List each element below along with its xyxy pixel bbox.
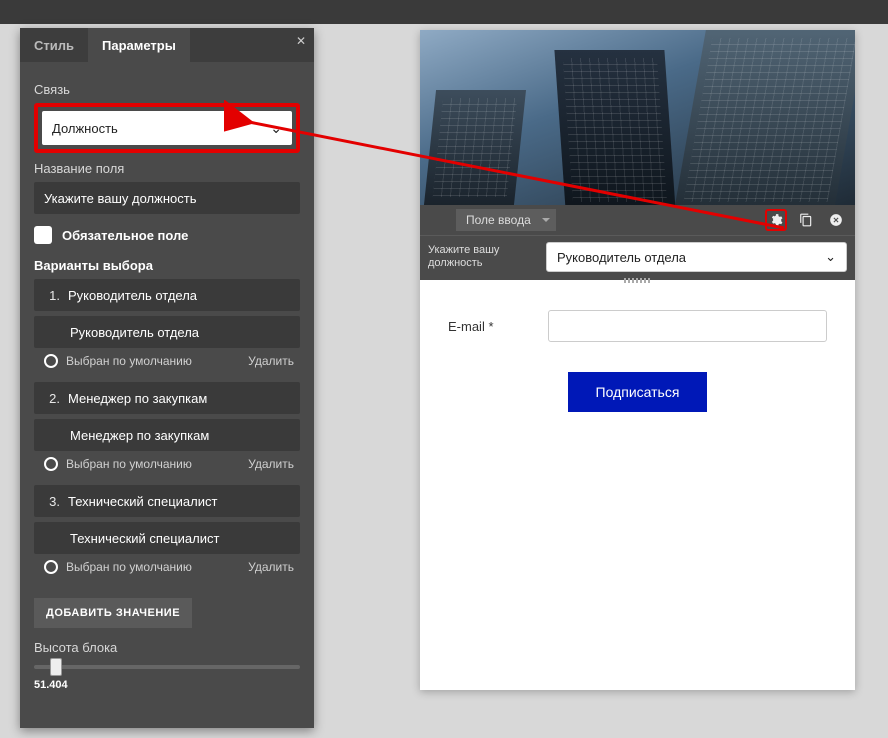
fieldname-input[interactable]: Укажите вашу должность (34, 182, 300, 214)
option-value-input[interactable]: Руководитель отдела (34, 316, 300, 348)
resize-grip-icon[interactable] (624, 278, 652, 283)
option-value: Руководитель отдела (70, 325, 199, 340)
email-label: E-mail * (448, 319, 528, 334)
link-highlight: Должность ⌄ (34, 103, 300, 153)
add-value-button[interactable]: ДОБАВИТЬ ЗНАЧЕНИЕ (34, 598, 192, 628)
default-label: Выбран по умолчанию (66, 457, 192, 471)
chevron-down-icon: ⌄ (825, 249, 836, 265)
option-value-input[interactable]: Технический специалист (34, 522, 300, 554)
option-title: Менеджер по закупкам (68, 391, 207, 406)
chevron-down-icon: ⌄ (270, 120, 282, 137)
option-title: Технический специалист (68, 494, 217, 509)
close-icon[interactable]: ✕ (296, 34, 306, 48)
option-value: Менеджер по закупкам (70, 428, 209, 443)
label-fieldname: Название поля (34, 161, 300, 176)
link-select-value: Должность (52, 121, 118, 136)
close-icon[interactable] (825, 209, 847, 231)
height-value: 51.404 (34, 679, 300, 691)
option-number: 1. (42, 288, 60, 303)
delete-option-button[interactable]: Удалить (248, 354, 294, 368)
default-radio[interactable] (44, 457, 58, 471)
form-preview: Поле ввода Укажите вашу должность Руково… (420, 30, 855, 690)
panel-body: Связь Должность ⌄ Название поля Укажите … (20, 62, 314, 709)
submit-button[interactable]: Подписаться (568, 372, 708, 412)
hero-image (420, 30, 855, 205)
default-label: Выбран по умолчанию (66, 354, 192, 368)
option-number: 3. (42, 494, 60, 509)
email-field[interactable] (548, 310, 827, 342)
fieldname-value: Укажите вашу должность (44, 191, 196, 206)
tab-params[interactable]: Параметры (88, 28, 190, 62)
option-title-input[interactable]: 2. Менеджер по закупкам (34, 382, 300, 414)
field-select[interactable]: Руководитель отдела ⌄ (546, 242, 847, 272)
app-topbar (0, 0, 888, 24)
option-title-input[interactable]: 1. Руководитель отдела (34, 279, 300, 311)
link-select[interactable]: Должность ⌄ (42, 111, 292, 145)
block-toolbar: Поле ввода (420, 205, 855, 235)
option-value-input[interactable]: Менеджер по закупкам (34, 419, 300, 451)
gear-icon[interactable] (765, 209, 787, 231)
option-block: 3. Технический специалист Технический сп… (34, 485, 300, 574)
option-title-input[interactable]: 3. Технический специалист (34, 485, 300, 517)
label-height: Высота блока (34, 640, 300, 655)
panel-tabs: Стиль Параметры ✕ (20, 28, 314, 62)
default-radio[interactable] (44, 560, 58, 574)
option-title: Руководитель отдела (68, 288, 197, 303)
option-block: 2. Менеджер по закупкам Менеджер по заку… (34, 382, 300, 471)
properties-panel: Стиль Параметры ✕ Связь Должность ⌄ Назв… (20, 28, 314, 728)
copy-icon[interactable] (795, 209, 817, 231)
field-label: Укажите вашу должность (428, 244, 538, 270)
delete-option-button[interactable]: Удалить (248, 457, 294, 471)
default-label: Выбран по умолчанию (66, 560, 192, 574)
form-body: E-mail * Подписаться (420, 280, 855, 442)
field-select-value: Руководитель отдела (557, 250, 686, 265)
label-options: Варианты выбора (34, 258, 300, 273)
block-type-dropdown[interactable]: Поле ввода (456, 209, 556, 231)
option-number: 2. (42, 391, 60, 406)
option-value: Технический специалист (70, 531, 219, 546)
tab-style[interactable]: Стиль (20, 28, 88, 62)
slider-thumb[interactable] (50, 658, 62, 676)
option-block: 1. Руководитель отдела Руководитель отде… (34, 279, 300, 368)
required-row: Обязательное поле (34, 226, 300, 244)
label-link: Связь (34, 82, 300, 97)
selected-field: Укажите вашу должность Руководитель отде… (420, 235, 855, 280)
required-checkbox[interactable] (34, 226, 52, 244)
height-slider[interactable] (34, 665, 300, 669)
default-radio[interactable] (44, 354, 58, 368)
block-type-value: Поле ввода (466, 213, 531, 227)
required-label: Обязательное поле (62, 228, 188, 243)
delete-option-button[interactable]: Удалить (248, 560, 294, 574)
